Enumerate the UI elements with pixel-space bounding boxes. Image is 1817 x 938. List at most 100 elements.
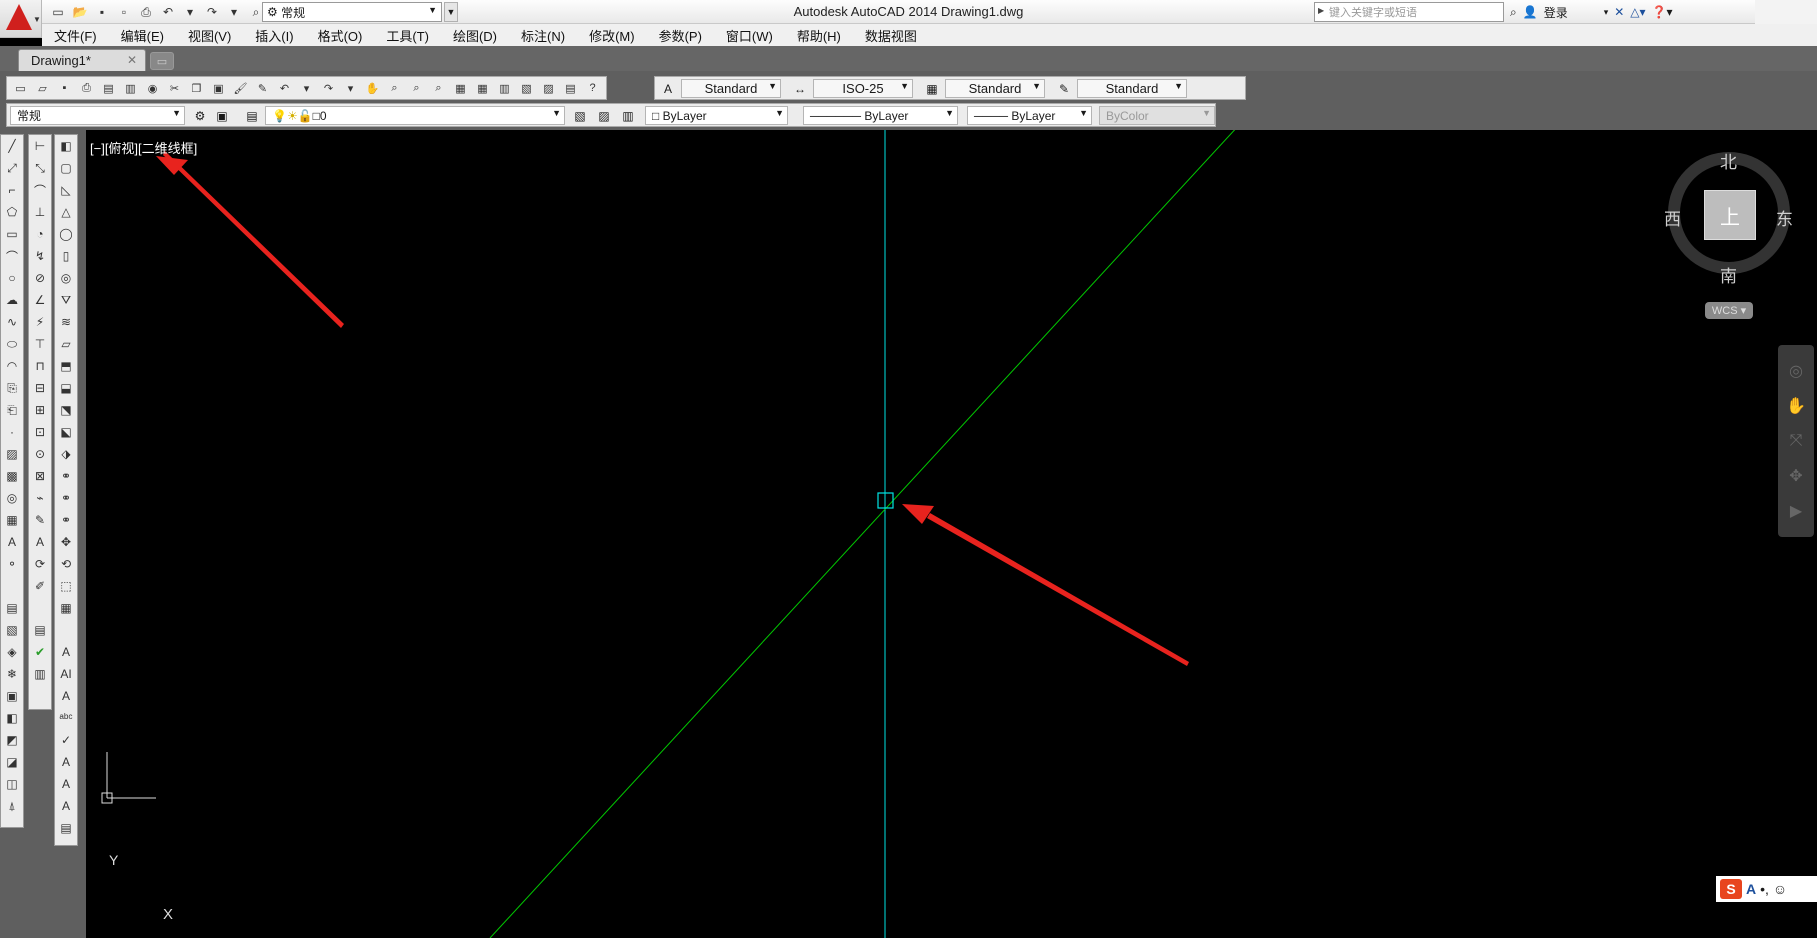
ime-emoji-icon[interactable]: ☺ (1773, 881, 1787, 897)
standards-icon[interactable]: ▥ (29, 663, 51, 685)
dim-space-icon[interactable]: ⊟ (29, 377, 51, 399)
close-icon[interactable]: ✕ (127, 53, 137, 67)
spline-icon[interactable]: ∿ (1, 311, 23, 333)
menu-tools[interactable]: 工具(T) (374, 26, 441, 45)
continue-dim-icon[interactable]: ⊓ (29, 355, 51, 377)
redo-icon[interactable]: ↷ (318, 78, 339, 98)
a360-icon[interactable]: △▾ (1630, 5, 1645, 19)
paste-icon[interactable]: ▣ (208, 78, 229, 98)
dim-text-edit-icon[interactable]: A (29, 531, 51, 553)
spell-check-icon[interactable]: ✓ (55, 729, 77, 751)
single-line-text-icon[interactable]: AI (55, 663, 77, 685)
dim-update-icon[interactable]: ⟳ (29, 553, 51, 575)
wedge-icon[interactable]: ◺ (55, 179, 77, 201)
point-icon[interactable]: · (1, 421, 23, 443)
viewcube-top-face[interactable]: 上 (1704, 190, 1756, 240)
tab-drawing1[interactable]: Drawing1* ✕ (18, 49, 146, 71)
scale-text-icon[interactable]: A (55, 773, 77, 795)
layer-delete-icon[interactable]: ◫ (1, 773, 23, 795)
match-properties-icon[interactable]: 🖌 (230, 78, 251, 98)
layer-walk-icon[interactable]: ◩ (1, 729, 23, 751)
extrude-icon[interactable]: ⬒ (55, 355, 77, 377)
add-selected-icon[interactable]: ⚬ (1, 553, 23, 575)
menu-format[interactable]: 格式(O) (306, 26, 375, 45)
dim-style-icon[interactable]: ✐ (29, 575, 51, 597)
tool-palettes-icon[interactable]: ▥ (494, 78, 515, 98)
compass-south[interactable]: 南 (1720, 262, 1737, 287)
text-style-select[interactable]: Standard ▼ (681, 79, 781, 98)
drawing-canvas[interactable] (86, 130, 1817, 938)
mtext-icon[interactable]: A (1, 531, 23, 553)
application-menu-button[interactable]: ▼ (0, 0, 42, 38)
redo-dropdown-icon[interactable]: ▾ (224, 2, 244, 22)
ime-punct-icon[interactable]: •, (1760, 881, 1769, 897)
copy-layer-icon[interactable]: ⍋ (1, 795, 23, 817)
text-style-icon[interactable]: A (55, 751, 77, 773)
properties-icon[interactable]: ▦ (450, 78, 471, 98)
wcs-menu-button[interactable]: WCS ▾ (1705, 302, 1753, 319)
quick-dim-icon[interactable]: ⚡ (29, 311, 51, 333)
convert-space-icon[interactable]: ▤ (55, 817, 77, 839)
color-select[interactable]: □ ByLayer ▼ (645, 106, 788, 125)
copy-icon[interactable]: ❐ (186, 78, 207, 98)
search-input[interactable]: ▶ 键入关键字或短语 (1314, 2, 1504, 22)
markup-icon[interactable]: ▨ (538, 78, 559, 98)
justify-text-icon[interactable]: A (55, 795, 77, 817)
zoom-window-icon[interactable]: ⌕ (406, 78, 427, 98)
baseline-dim-icon[interactable]: ⊤ (29, 333, 51, 355)
lineweight-select[interactable]: ──── ByLayer ▼ (967, 106, 1092, 125)
menu-insert[interactable]: 插入(I) (243, 26, 305, 45)
save-icon[interactable]: ▪ (92, 2, 112, 22)
user-icon[interactable]: 👤 (1523, 5, 1538, 19)
3d-move-icon[interactable]: ✥ (55, 531, 77, 553)
block-editor-icon[interactable]: ✎ (252, 78, 273, 98)
redo-icon[interactable]: ↷ (202, 2, 222, 22)
table-style-select[interactable]: Standard ▼ (945, 79, 1045, 98)
gradient-icon[interactable]: ▩ (1, 465, 23, 487)
compass-north[interactable]: 北 (1720, 148, 1737, 173)
orbit-icon[interactable]: ✥ (1789, 466, 1802, 486)
multiline-icon[interactable]: ▤ (29, 619, 51, 641)
aligned-dim-icon[interactable]: ⤡ (29, 157, 51, 179)
check-icon[interactable]: ✔ (29, 641, 51, 663)
find-text-icon[interactable]: ᵃᵇᶜ (55, 707, 77, 729)
linear-dim-icon[interactable]: ⊢ (29, 135, 51, 157)
menu-parametric[interactable]: 参数(P) (647, 26, 714, 45)
cone-icon[interactable]: △ (55, 201, 77, 223)
dim-style-select[interactable]: ISO-25 ▼ (813, 79, 913, 98)
union-icon[interactable]: ⚭ (55, 465, 77, 487)
tolerance-icon[interactable]: ⊡ (29, 421, 51, 443)
new-file-icon[interactable]: ▭ (10, 78, 31, 98)
dim-style-icon[interactable]: ↔ (789, 79, 811, 98)
cut-icon[interactable]: ✂ (164, 78, 185, 98)
dim-edit-icon[interactable]: ✎ (29, 509, 51, 531)
jogged-linear-icon[interactable]: ⌁ (29, 487, 51, 509)
undo-dropdown-icon[interactable]: ▾ (180, 2, 200, 22)
sogou-ime-icon[interactable]: S (1720, 879, 1742, 899)
subtract-icon[interactable]: ⚭ (55, 487, 77, 509)
qat-customize-button[interactable]: ▼ (444, 2, 458, 22)
exchange-icon[interactable]: ✕ (1614, 5, 1624, 19)
compass-west[interactable]: 西 (1664, 205, 1681, 230)
login-link[interactable]: 登录 (1544, 4, 1568, 21)
ellipse-arc-icon[interactable]: ◠ (1, 355, 23, 377)
dim-break-icon[interactable]: ⊞ (29, 399, 51, 421)
undo-dropdown-icon[interactable]: ▾ (296, 78, 317, 98)
open-file-icon[interactable]: 📂 (70, 2, 90, 22)
jogged-dim-icon[interactable]: ↯ (29, 245, 51, 267)
menu-draw[interactable]: 绘图(D) (441, 26, 509, 45)
polygon-icon[interactable]: ⬠ (1, 201, 23, 223)
xline-icon[interactable]: ⤢ (1, 157, 23, 179)
ellipse-icon[interactable]: ⬭ (1, 333, 23, 355)
login-dropdown-icon[interactable]: ▾ (1604, 7, 1609, 18)
arc-icon[interactable]: ⌒ (1, 245, 23, 267)
region-icon[interactable]: ◎ (1, 487, 23, 509)
help-icon[interactable]: ❓▾ (1652, 5, 1673, 19)
viewport-controls-label[interactable]: [−][俯视][二维线框] (90, 138, 197, 157)
pan-icon[interactable]: ✋ (1786, 396, 1806, 416)
revcloud-icon[interactable]: ☁ (1, 289, 23, 311)
3d-rotate-icon[interactable]: ⟲ (55, 553, 77, 575)
layer-freeze-icon[interactable]: ❄ (1, 663, 23, 685)
customize-icon[interactable]: ▣ (211, 106, 233, 125)
insert-block-icon[interactable]: ⎘ (1, 377, 23, 399)
